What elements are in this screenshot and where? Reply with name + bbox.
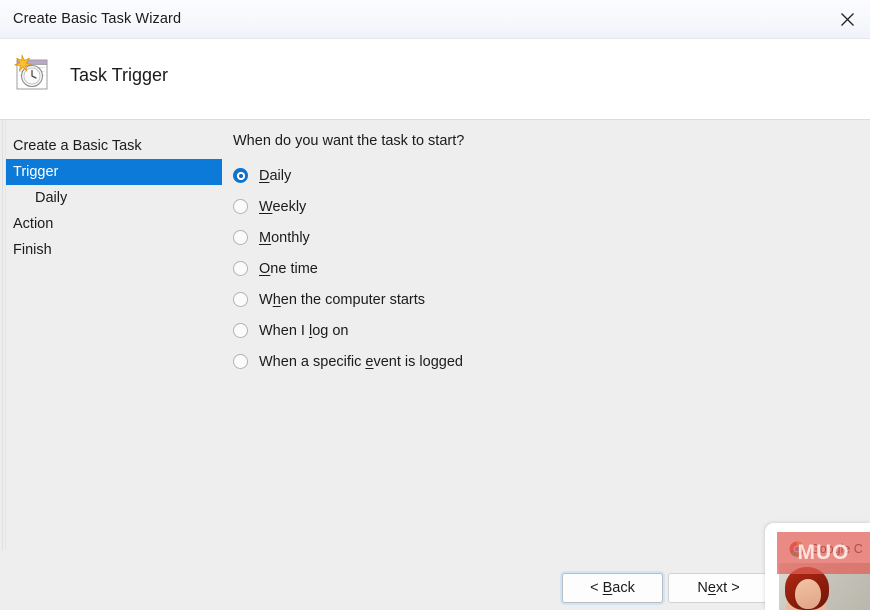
wizard-header: Task Trigger — [0, 39, 870, 120]
radio-indicator — [233, 354, 248, 369]
radio-option-label: Weekly — [259, 198, 307, 215]
radio-option-when-the-computer-starts[interactable]: When the computer starts — [233, 284, 833, 315]
sidebar-item-label: Trigger — [13, 164, 59, 180]
sidebar-item-finish[interactable]: Finish — [6, 237, 224, 263]
sidebar-item-daily[interactable]: Daily — [6, 185, 224, 211]
sidebar-item-trigger[interactable]: Trigger — [6, 159, 222, 185]
muo-watermark: MUO — [777, 532, 870, 574]
radio-indicator — [233, 261, 248, 276]
question-label: When do you want the task to start? — [233, 133, 465, 149]
back-button-label: < Back — [590, 580, 635, 596]
sidebar-item-label: Action — [13, 216, 54, 232]
trigger-options-panel: When do you want the task to start? Dail… — [233, 133, 833, 377]
close-icon — [840, 12, 854, 26]
radio-option-label: When I log on — [259, 322, 349, 339]
radio-indicator — [233, 199, 248, 214]
window-title: Create Basic Task Wizard — [13, 11, 182, 27]
sidebar-item-label: Finish — [13, 242, 52, 258]
radio-option-label: Daily — [259, 167, 292, 184]
radio-option-label: Monthly — [259, 229, 310, 246]
radio-option-label: When a specific event is logged — [259, 353, 463, 370]
radio-option-weekly[interactable]: Weekly — [233, 191, 833, 222]
radio-indicator — [233, 230, 248, 245]
sidebar-item-label: Create a Basic Task — [13, 138, 142, 154]
titlebar: Create Basic Task Wizard — [0, 0, 870, 39]
radio-option-label: When the computer starts — [259, 291, 426, 308]
wizard-step-sidebar: Create a Basic Task Trigger Daily Action… — [6, 133, 224, 263]
radio-option-label: One time — [259, 260, 318, 277]
close-button[interactable] — [824, 0, 870, 38]
radio-option-one-time[interactable]: One time — [233, 253, 833, 284]
radio-option-monthly[interactable]: Monthly — [233, 222, 833, 253]
overlay-photo-face — [795, 579, 821, 609]
radio-indicator — [233, 292, 248, 307]
create-basic-task-wizard-window: Create Basic Task Wizard Task Trigger Cr… — [0, 0, 870, 610]
page-title: Task Trigger — [70, 65, 169, 85]
sidebar-item-label: Daily — [35, 190, 68, 206]
task-trigger-clock-icon — [14, 54, 48, 90]
next-button[interactable]: Next > — [668, 573, 769, 603]
sidebar-item-action[interactable]: Action — [6, 211, 224, 237]
muo-watermark-text: MUO — [797, 541, 850, 564]
sidebar-item-create-a-basic-task[interactable]: Create a Basic Task — [6, 133, 224, 159]
overlay-card[interactable]: Google C MUO — [765, 523, 870, 610]
radio-indicator — [233, 168, 248, 183]
back-button[interactable]: < Back — [562, 573, 663, 603]
radio-indicator — [233, 323, 248, 338]
radio-option-when-a-specific-event-is-logged[interactable]: When a specific event is logged — [233, 346, 833, 377]
left-edge-line — [2, 120, 3, 550]
radio-option-daily[interactable]: Daily — [233, 160, 833, 191]
next-button-label: Next > — [697, 580, 740, 596]
wizard-body: Create a Basic Task Trigger Daily Action… — [0, 120, 870, 550]
radio-option-when-i-log-on[interactable]: When I log on — [233, 315, 833, 346]
